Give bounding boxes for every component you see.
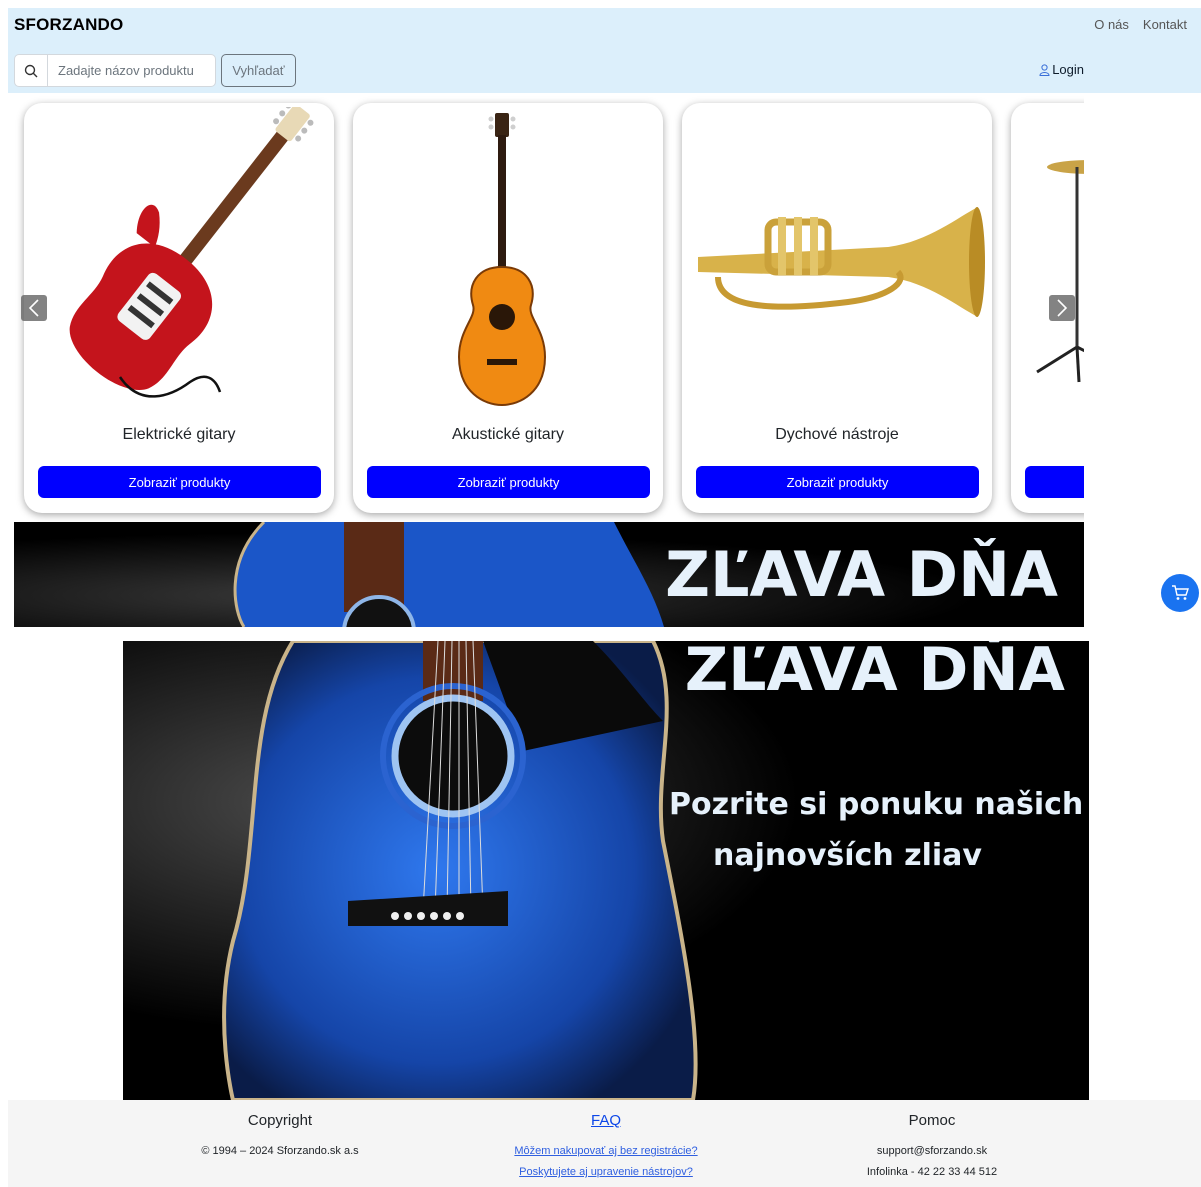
chevron-left-icon	[28, 299, 39, 317]
carousel-next-button[interactable]	[1049, 295, 1075, 321]
show-products-button[interactable]: Zobraziť produkty	[696, 466, 979, 498]
banner-strip-title: ZĽAVA DŇA	[665, 538, 1058, 611]
faq-link-registration[interactable]: Môžem nakupovať aj bez registrácie?	[456, 1141, 756, 1162]
faq-link-instrument-adjustment[interactable]: Poskytujete aj upravenie nástrojov?	[456, 1162, 756, 1183]
banner-title: ZĽAVA DŇA	[684, 641, 1065, 705]
card-title: Akustické gitary	[451, 426, 565, 443]
nav-about-link[interactable]: O nás	[1094, 17, 1129, 32]
carousel-prev-button[interactable]	[21, 295, 47, 321]
brand-logo[interactable]: SFORZANDO	[14, 15, 123, 35]
footer: Copyright © 1994 – 2024 Sforzando.sk a.s…	[8, 1100, 1201, 1187]
show-products-button[interactable]: Zobraziť produkty	[38, 466, 321, 498]
top-navbar: SFORZANDO O nás Kontakt Vyhľadať Login	[8, 8, 1201, 93]
show-products-button[interactable]: Zobraziť produkty	[367, 466, 650, 498]
category-card-acoustic-guitars: Akustické gitary Zobraziť produkty	[353, 103, 663, 513]
acoustic-guitar-icon	[359, 107, 657, 407]
footer-help: Pomoc support@sforzando.sk Infolinka - 4…	[782, 1112, 1082, 1183]
nav-contact-link[interactable]: Kontakt	[1143, 17, 1187, 32]
footer-help-email: support@sforzando.sk	[876, 1145, 988, 1157]
discount-banner[interactable]: ZĽAVA DŇA Pozrite si ponuku našich najno…	[123, 641, 1089, 1100]
discount-banner-strip[interactable]: ZĽAVA DŇA	[14, 522, 1084, 627]
footer-copyright-text: © 1994 – 2024 Sforzando.sk a.s	[201, 1145, 359, 1157]
banner-subtitle-line1: Pozrite si ponuku našich	[669, 787, 1084, 822]
footer-help-phone: Infolinka - 42 22 33 44 512	[866, 1166, 998, 1178]
search-button[interactable]: Vyhľadať	[221, 54, 296, 87]
cart-icon	[1172, 585, 1189, 600]
banner-subtitle-line2: najnovších zliav	[713, 838, 982, 873]
electric-guitar-icon	[30, 107, 328, 407]
top-nav-links: O nás Kontakt	[1094, 17, 1187, 32]
search-icon	[15, 55, 48, 86]
footer-help-title: Pomoc	[908, 1112, 956, 1129]
chevron-right-icon	[1057, 299, 1068, 317]
footer-copyright-title: Copyright	[247, 1112, 313, 1129]
card-title: Dychové nástroje	[775, 426, 899, 443]
card-title: Elektrické gitary	[122, 426, 236, 443]
category-card-wind-instruments: Dychové nástroje Zobraziť produkty	[682, 103, 992, 513]
search-input[interactable]	[48, 63, 208, 78]
login-label: Login	[1052, 62, 1084, 77]
user-icon	[1039, 63, 1050, 76]
category-card-electric-guitars: Elektrické gitary Zobraziť produkty	[24, 103, 334, 513]
trumpet-icon	[688, 107, 986, 407]
show-products-button[interactable]	[1025, 466, 1084, 498]
category-carousel: Elektrické gitary Zobraziť produkty Akus…	[14, 93, 1084, 523]
drum-cymbal-icon	[1017, 107, 1084, 407]
floating-cart-button[interactable]	[1161, 574, 1199, 612]
login-link[interactable]: Login	[1039, 62, 1084, 77]
footer-faq-title[interactable]: FAQ	[456, 1112, 756, 1129]
footer-copyright: Copyright © 1994 – 2024 Sforzando.sk a.s	[130, 1112, 430, 1162]
search-group	[14, 54, 216, 87]
footer-faq: FAQ Môžem nakupovať aj bez registrácie? …	[456, 1112, 756, 1183]
